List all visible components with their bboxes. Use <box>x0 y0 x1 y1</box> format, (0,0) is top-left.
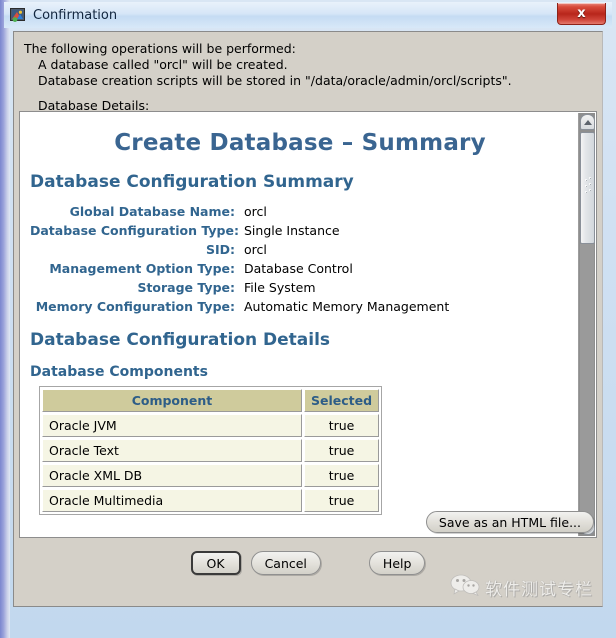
cancel-button[interactable]: Cancel <box>250 551 321 575</box>
value-sid: orcl <box>244 242 267 257</box>
database-components-table: Component Selected Oracle JVM true Oracl… <box>39 386 383 515</box>
table-row: Oracle Text true <box>42 439 380 462</box>
scrollbar-track[interactable] <box>580 244 594 518</box>
configuration-summary-list: Global Database Name: orcl Database Conf… <box>30 204 570 314</box>
label-storage-type: Storage Type: <box>137 280 235 295</box>
section-heading-database-components: Database Components <box>30 364 208 380</box>
summary-document: Create Database – Summary Database Confi… <box>20 112 580 515</box>
help-button[interactable]: Help <box>368 551 426 575</box>
app-icon <box>10 7 26 23</box>
intro-line-1: The following operations will be perform… <box>24 41 296 56</box>
table-row: Oracle Multimedia true <box>42 489 380 512</box>
close-icon[interactable]: x <box>557 3 606 25</box>
cell-component-selected: true <box>304 439 380 462</box>
cell-component-selected: true <box>304 489 380 512</box>
vertical-scrollbar[interactable] <box>578 113 595 536</box>
scroll-up-icon[interactable] <box>580 114 595 130</box>
value-database-configuration-type: Single Instance <box>244 223 340 238</box>
window-left-border <box>0 0 10 638</box>
window-title: Confirmation <box>33 7 118 23</box>
cell-component-name: Oracle Multimedia <box>42 489 302 512</box>
table-row: Oracle XML DB true <box>42 464 380 487</box>
column-header-component: Component <box>42 389 302 412</box>
dialog-client-area: The following operations will be perform… <box>13 31 603 607</box>
scrollbar-grip-icon <box>585 177 593 197</box>
intro-line-3: Database creation scripts will be stored… <box>38 73 512 88</box>
summary-scroll-pane[interactable]: Create Database – Summary Database Confi… <box>19 111 597 538</box>
intro-text-block: The following operations will be perform… <box>24 41 584 114</box>
intro-spacer <box>24 89 584 98</box>
column-header-selected: Selected <box>304 389 380 412</box>
label-sid: SID: <box>205 242 235 257</box>
value-management-option-type: Database Control <box>244 261 353 276</box>
title-bar[interactable]: Confirmation x <box>4 2 612 28</box>
intro-line-2: A database called "orcl" will be created… <box>38 57 288 72</box>
label-database-configuration-type: Database Configuration Type: <box>30 223 239 238</box>
wechat-watermark: 软件测试专栏 <box>450 574 593 600</box>
value-global-database-name: orcl <box>244 204 267 219</box>
section-heading-configuration-details: Database Configuration Details <box>30 330 331 350</box>
table-header-row: Component Selected <box>42 389 380 412</box>
value-storage-type: File System <box>244 280 316 295</box>
cell-component-name: Oracle Text <box>42 439 302 462</box>
section-heading-configuration-summary: Database Configuration Summary <box>30 172 354 192</box>
close-glyph: x <box>577 6 586 21</box>
arrow-up-glyph <box>583 119 592 125</box>
label-global-database-name: Global Database Name: <box>69 204 235 219</box>
cell-component-selected: true <box>304 414 380 437</box>
ok-button[interactable]: OK <box>190 551 241 575</box>
save-as-html-button[interactable]: Save as an HTML file... <box>425 511 594 533</box>
value-memory-configuration-type: Automatic Memory Management <box>244 299 450 314</box>
confirmation-dialog-window: Confirmation x The following operations … <box>0 0 616 638</box>
cell-component-name: Oracle JVM <box>42 414 302 437</box>
label-memory-configuration-type: Memory Configuration Type: <box>35 299 235 314</box>
table-row: Oracle JVM true <box>42 414 380 437</box>
page-title: Create Database – Summary <box>114 130 486 156</box>
cell-component-selected: true <box>304 464 380 487</box>
label-management-option-type: Management Option Type: <box>49 261 235 276</box>
wechat-logo-icon <box>450 574 480 600</box>
watermark-text: 软件测试专栏 <box>485 579 593 600</box>
scrollbar-thumb[interactable] <box>580 132 595 244</box>
cell-component-name: Oracle XML DB <box>42 464 302 487</box>
